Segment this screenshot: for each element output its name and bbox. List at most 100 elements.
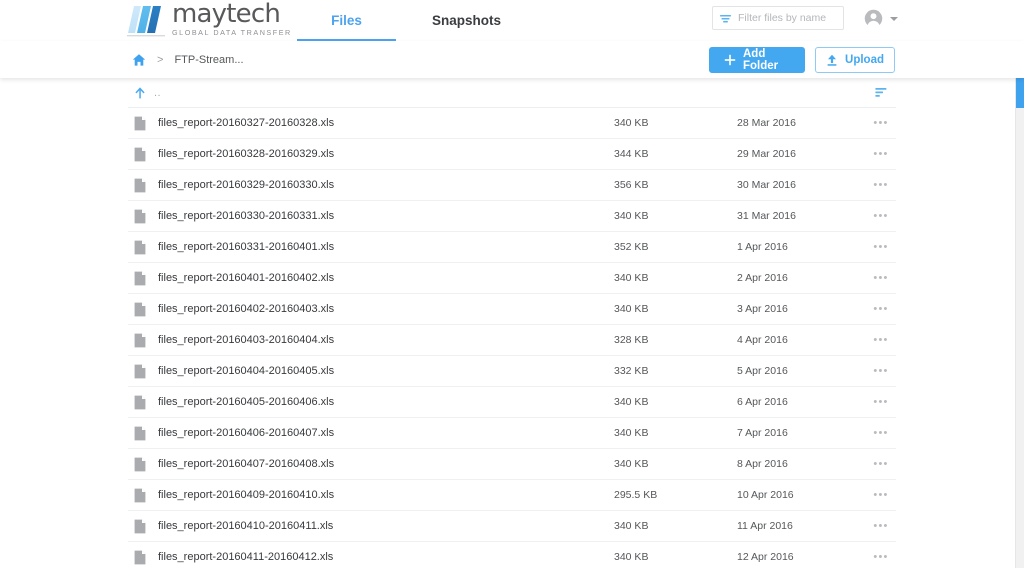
- upload-button[interactable]: Upload: [815, 47, 895, 73]
- document-file-icon: [134, 364, 146, 378]
- overflow-menu-icon[interactable]: •••: [872, 145, 890, 163]
- overflow-menu-icon[interactable]: •••: [872, 114, 890, 132]
- breadcrumb: > FTP-Stream...: [132, 41, 244, 78]
- file-name[interactable]: files_report-20160410-20160411.xls: [158, 520, 333, 532]
- file-list-area: .. files_report-20160327-20160328.xls 340…: [0, 78, 1024, 568]
- file-name[interactable]: files_report-20160329-20160330.xls: [158, 179, 334, 191]
- document-file-icon: [134, 271, 146, 285]
- document-file-icon: [134, 550, 146, 564]
- file-date: 31 Mar 2016: [737, 210, 796, 222]
- document-file-icon: [134, 209, 146, 223]
- document-file-icon: [134, 488, 146, 502]
- table-row[interactable]: files_report-20160402-20160403.xls 340 KB…: [128, 294, 896, 325]
- file-name[interactable]: files_report-20160406-20160407.xls: [158, 427, 334, 439]
- overflow-menu-icon[interactable]: •••: [872, 300, 890, 318]
- document-file-icon: [134, 302, 146, 316]
- add-folder-label: Add Folder: [743, 48, 779, 72]
- add-folder-button[interactable]: Add Folder: [709, 47, 805, 73]
- overflow-menu-icon[interactable]: •••: [872, 486, 890, 504]
- file-name[interactable]: files_report-20160402-20160403.xls: [158, 303, 334, 315]
- table-row[interactable]: files_report-20160409-20160410.xls 295.5 …: [128, 480, 896, 511]
- file-date: 29 Mar 2016: [737, 148, 796, 160]
- file-name[interactable]: files_report-20160407-20160408.xls: [158, 458, 334, 470]
- document-file-icon: [134, 178, 146, 192]
- table-row[interactable]: files_report-20160411-20160412.xls 340 KB…: [128, 542, 896, 568]
- file-date: 30 Mar 2016: [737, 179, 796, 191]
- vertical-scrollbar-thumb[interactable]: [1016, 78, 1024, 108]
- file-name[interactable]: files_report-20160411-20160412.xls: [158, 551, 333, 563]
- file-name[interactable]: files_report-20160328-20160329.xls: [158, 148, 334, 160]
- plus-icon: [724, 54, 736, 66]
- account-menu[interactable]: [864, 9, 898, 28]
- search-field-wrapper[interactable]: [712, 6, 844, 30]
- file-date: 3 Apr 2016: [737, 303, 788, 315]
- file-date: 28 Mar 2016: [737, 117, 796, 129]
- document-file-icon: [134, 116, 146, 130]
- file-size: 340 KB: [614, 210, 649, 222]
- overflow-menu-icon[interactable]: •••: [872, 517, 890, 535]
- search-input[interactable]: [738, 12, 837, 24]
- parent-directory-row[interactable]: ..: [128, 78, 896, 108]
- document-file-icon: [134, 426, 146, 440]
- file-size: 295.5 KB: [614, 489, 658, 501]
- file-size: 340 KB: [614, 303, 649, 315]
- overflow-menu-icon[interactable]: •••: [872, 207, 890, 225]
- overflow-menu-icon[interactable]: •••: [872, 424, 890, 442]
- overflow-menu-icon[interactable]: •••: [872, 362, 890, 380]
- document-file-icon: [134, 457, 146, 471]
- parent-directory-label[interactable]: ..: [154, 87, 161, 99]
- main-tabs: Files Snapshots: [297, 0, 519, 41]
- overflow-menu-icon[interactable]: •••: [872, 455, 890, 473]
- file-date: 12 Apr 2016: [737, 551, 794, 563]
- sort-descending-icon[interactable]: [874, 85, 889, 100]
- file-date: 5 Apr 2016: [737, 365, 788, 377]
- brand-logo[interactable]: maytech GLOBAL DATA TRANSFER: [126, 0, 292, 38]
- action-toolbar: > FTP-Stream... Add Folder Upload: [0, 41, 1024, 78]
- overflow-menu-icon[interactable]: •••: [872, 176, 890, 194]
- file-name[interactable]: files_report-20160401-20160402.xls: [158, 272, 334, 284]
- file-date: 11 Apr 2016: [737, 520, 793, 532]
- file-name[interactable]: files_report-20160330-20160331.xls: [158, 210, 334, 222]
- table-row[interactable]: files_report-20160401-20160402.xls 340 KB…: [128, 263, 896, 294]
- table-row[interactable]: files_report-20160328-20160329.xls 344 KB…: [128, 139, 896, 170]
- toolbar-actions: Add Folder Upload: [709, 47, 895, 73]
- tab-snapshots[interactable]: Snapshots: [414, 0, 519, 41]
- file-size: 356 KB: [614, 179, 649, 191]
- overflow-menu-icon[interactable]: •••: [872, 269, 890, 287]
- file-size: 340 KB: [614, 272, 649, 284]
- file-name[interactable]: files_report-20160331-20160401.xls: [158, 241, 334, 253]
- table-row[interactable]: files_report-20160330-20160331.xls 340 KB…: [128, 201, 896, 232]
- overflow-menu-icon[interactable]: •••: [872, 331, 890, 349]
- upload-label: Upload: [845, 54, 884, 66]
- file-size: 340 KB: [614, 117, 649, 129]
- file-name[interactable]: files_report-20160409-20160410.xls: [158, 489, 334, 501]
- overflow-menu-icon[interactable]: •••: [872, 238, 890, 256]
- file-name[interactable]: files_report-20160403-20160404.xls: [158, 334, 334, 346]
- file-name[interactable]: files_report-20160327-20160328.xls: [158, 117, 334, 129]
- brand-name: maytech: [172, 0, 281, 29]
- arrow-up-icon[interactable]: [133, 86, 147, 100]
- table-row[interactable]: files_report-20160407-20160408.xls 340 KB…: [128, 449, 896, 480]
- table-row[interactable]: files_report-20160331-20160401.xls 352 KB…: [128, 232, 896, 263]
- file-date: 8 Apr 2016: [737, 458, 788, 470]
- table-row[interactable]: files_report-20160329-20160330.xls 356 KB…: [128, 170, 896, 201]
- tab-files[interactable]: Files: [297, 0, 396, 41]
- table-row[interactable]: files_report-20160405-20160406.xls 340 KB…: [128, 387, 896, 418]
- breadcrumb-current-folder[interactable]: FTP-Stream...: [174, 54, 243, 66]
- table-row[interactable]: files_report-20160403-20160404.xls 328 KB…: [128, 325, 896, 356]
- file-size: 328 KB: [614, 334, 649, 346]
- tab-snapshots-label: Snapshots: [432, 13, 502, 28]
- file-name[interactable]: files_report-20160405-20160406.xls: [158, 396, 334, 408]
- overflow-menu-icon[interactable]: •••: [872, 548, 890, 566]
- table-row[interactable]: files_report-20160327-20160328.xls 340 KB…: [128, 108, 896, 139]
- table-row[interactable]: files_report-20160406-20160407.xls 340 KB…: [128, 418, 896, 449]
- table-row[interactable]: files_report-20160404-20160405.xls 332 KB…: [128, 356, 896, 387]
- file-name[interactable]: files_report-20160404-20160405.xls: [158, 365, 334, 377]
- vertical-scrollbar-track[interactable]: [1015, 78, 1024, 568]
- upload-arrow-icon: [827, 54, 837, 66]
- home-icon[interactable]: [132, 53, 146, 67]
- file-date: 7 Apr 2016: [737, 427, 788, 439]
- table-row[interactable]: files_report-20160410-20160411.xls 340 KB…: [128, 511, 896, 542]
- document-file-icon: [134, 147, 146, 161]
- overflow-menu-icon[interactable]: •••: [872, 393, 890, 411]
